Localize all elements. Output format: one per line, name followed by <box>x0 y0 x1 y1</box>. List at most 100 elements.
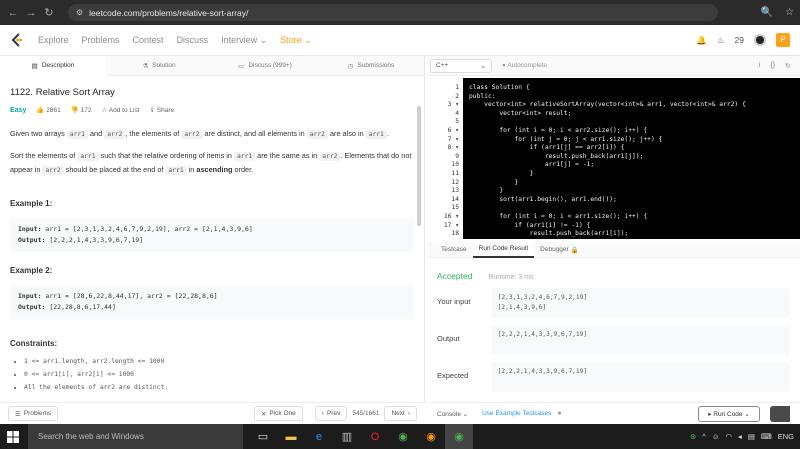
help-icon[interactable]: ● <box>557 410 561 417</box>
info-icon[interactable]: i <box>759 62 761 70</box>
inline-code: arr2 <box>319 152 341 161</box>
next-button[interactable]: Next › <box>384 406 417 421</box>
zoom-icon[interactable]: 🔍 <box>761 7 773 18</box>
use-example-testcases-link[interactable]: Use Example Testcases <box>482 410 551 417</box>
start-button[interactable] <box>0 424 26 449</box>
problems-list-button[interactable]: ☰ Problems <box>8 406 59 421</box>
chrome-active-icon[interactable]: ◉ <box>445 424 473 449</box>
avatar[interactable] <box>754 34 766 46</box>
task-view-icon[interactable]: ▭ <box>249 424 277 449</box>
example-2-heading: Example 2: <box>10 266 53 275</box>
tab-discuss-label: Discuss (999+) <box>248 62 292 69</box>
tab-discuss[interactable]: ▭ Discuss (999+) <box>212 56 318 76</box>
tab-submissions-label: Submissions <box>357 62 395 69</box>
nav-interview[interactable]: Interview ⌄ <box>221 35 267 46</box>
thumbs-down-icon: 👎 <box>70 107 79 114</box>
tab-description[interactable]: ▤ Description <box>0 55 106 76</box>
editor-panel: C++ ⌄ ● Autocomplete i {} ↻ 1 2 3 ▾ 4 5 6 … <box>427 56 800 424</box>
chevron-up-icon[interactable]: ^ <box>702 432 706 441</box>
braces-icon[interactable]: {} <box>770 62 775 70</box>
pick-one-button[interactable]: ✕ Pick One <box>253 406 303 421</box>
problem-title: 1122. Relative Sort Array <box>10 87 115 98</box>
volume-icon[interactable]: ◂ <box>738 432 742 441</box>
people-icon[interactable]: ☺ <box>712 432 720 441</box>
bookmark-star-icon[interactable]: ☆ <box>785 7 794 18</box>
nav-discuss[interactable]: Discuss <box>177 35 209 45</box>
wifi-icon[interactable]: ◠ <box>726 432 733 441</box>
language-indicator[interactable]: ENG <box>778 432 794 441</box>
like-button[interactable]: 👍 2861 <box>36 106 60 114</box>
add-to-list-label: Add to List <box>108 107 140 114</box>
tab-testcase[interactable]: Testcase <box>435 242 473 258</box>
notification-bell-icon[interactable]: 🔔 <box>696 35 707 46</box>
line-number: 14 <box>451 195 459 203</box>
line-number: 5 <box>455 118 459 126</box>
opera-icon[interactable]: O <box>361 424 389 449</box>
language-select[interactable]: C++ ⌄ <box>430 58 492 73</box>
star-icon: ☆ <box>101 107 108 114</box>
inline-code: arr2 <box>306 130 328 139</box>
chevron-right-icon: › <box>407 410 410 417</box>
text: are the same as in <box>255 151 320 160</box>
line-number: 13 <box>451 187 459 195</box>
forward-icon[interactable]: → <box>24 7 38 19</box>
reload-icon[interactable]: ↻ <box>42 6 56 19</box>
tab-solution[interactable]: ⚗ Solution <box>106 56 212 76</box>
expected-label: Expected <box>437 371 469 380</box>
submit-button[interactable] <box>770 405 790 422</box>
tab-debugger[interactable]: Debugger 🔒 <box>534 242 584 258</box>
edge-icon[interactable]: e <box>305 424 333 449</box>
text: order. <box>232 165 254 174</box>
debugger-label: Debugger <box>540 246 569 253</box>
likes-count: 2861 <box>46 107 61 114</box>
nav-contest[interactable]: Contest <box>133 35 164 45</box>
nav-explore[interactable]: Explore <box>38 35 69 45</box>
chrome-icon[interactable]: ◉ <box>389 424 417 449</box>
autocomplete-toggle[interactable]: ● Autocomplete <box>502 62 547 69</box>
code-editor[interactable]: 1 2 3 ▾ 4 5 6 ▾ 7 ▾ 8 ▾ 9 10 11 12 13 14 15 … <box>435 78 800 239</box>
leetcode-logo-icon[interactable] <box>10 33 24 47</box>
line-number: 6 ▾ <box>447 126 459 134</box>
dislike-button[interactable]: 👎 172 <box>71 106 92 114</box>
premium-button[interactable]: P <box>776 33 790 47</box>
chrome-canary-icon[interactable]: ◉ <box>417 424 445 449</box>
site-info-icon[interactable]: ⚙ <box>76 8 83 17</box>
output-label: Output <box>437 334 460 343</box>
example-1-output: [2,2,2,1,4,3,3,9,6,7,19] <box>49 236 144 244</box>
problems-label: Problems <box>23 410 52 417</box>
code-line: for (int i = 0; i < arr2.size(); i++) { <box>469 126 648 134</box>
output-label: Output: <box>18 303 46 311</box>
tab-submissions[interactable]: ◷ Submissions <box>318 56 424 76</box>
file-explorer-icon[interactable]: ▬ <box>277 424 305 449</box>
address-bar[interactable]: ⚙ leetcode.com/problems/relative-sort-ar… <box>68 4 718 21</box>
code-line: public: <box>469 92 496 100</box>
play-icon: ▸ <box>708 410 712 418</box>
constraints-heading: Constraints: <box>10 339 58 348</box>
line-number: 4 <box>455 109 459 117</box>
text: , the elements of <box>125 129 182 138</box>
network-monitor-icon[interactable]: ⊛ <box>690 432 696 441</box>
chevron-left-icon: ‹ <box>321 410 324 417</box>
store-icon[interactable]: ▥ <box>333 424 361 449</box>
code-content[interactable]: class Solution {public: vector<int> rela… <box>463 78 800 239</box>
prev-button[interactable]: ‹ Prev <box>314 406 348 421</box>
run-code-button[interactable]: ▸ Run Code ⌄ <box>698 405 760 422</box>
share-button[interactable]: ⇪ Share <box>150 106 175 114</box>
add-to-list-button[interactable]: ☆ Add to List <box>102 106 140 114</box>
keyboard-icon[interactable]: ⌨ <box>761 432 772 441</box>
reset-icon[interactable]: ↻ <box>785 62 791 70</box>
tab-run-code-result[interactable]: Run Code Result <box>472 241 535 258</box>
example-2-block: Input: arr1 = [28,6,22,8,44,17], arr2 = … <box>10 285 414 319</box>
taskbar-search[interactable]: Search the web and Windows <box>28 424 243 449</box>
back-icon[interactable]: ← <box>6 7 20 19</box>
clock-icon: ◷ <box>347 62 354 70</box>
text: should be placed at the end of <box>63 165 166 174</box>
action-center-icon[interactable]: ▤ <box>748 432 755 441</box>
taskbar-search-placeholder: Search the web and Windows <box>38 432 144 441</box>
nav-store[interactable]: Store ⌄ <box>280 35 312 46</box>
description-scrollbar[interactable] <box>417 106 421 226</box>
nav-problems[interactable]: Problems <box>82 35 120 45</box>
prev-label: Prev <box>326 410 341 417</box>
console-toggle[interactable]: Console ⌄ <box>437 410 468 418</box>
